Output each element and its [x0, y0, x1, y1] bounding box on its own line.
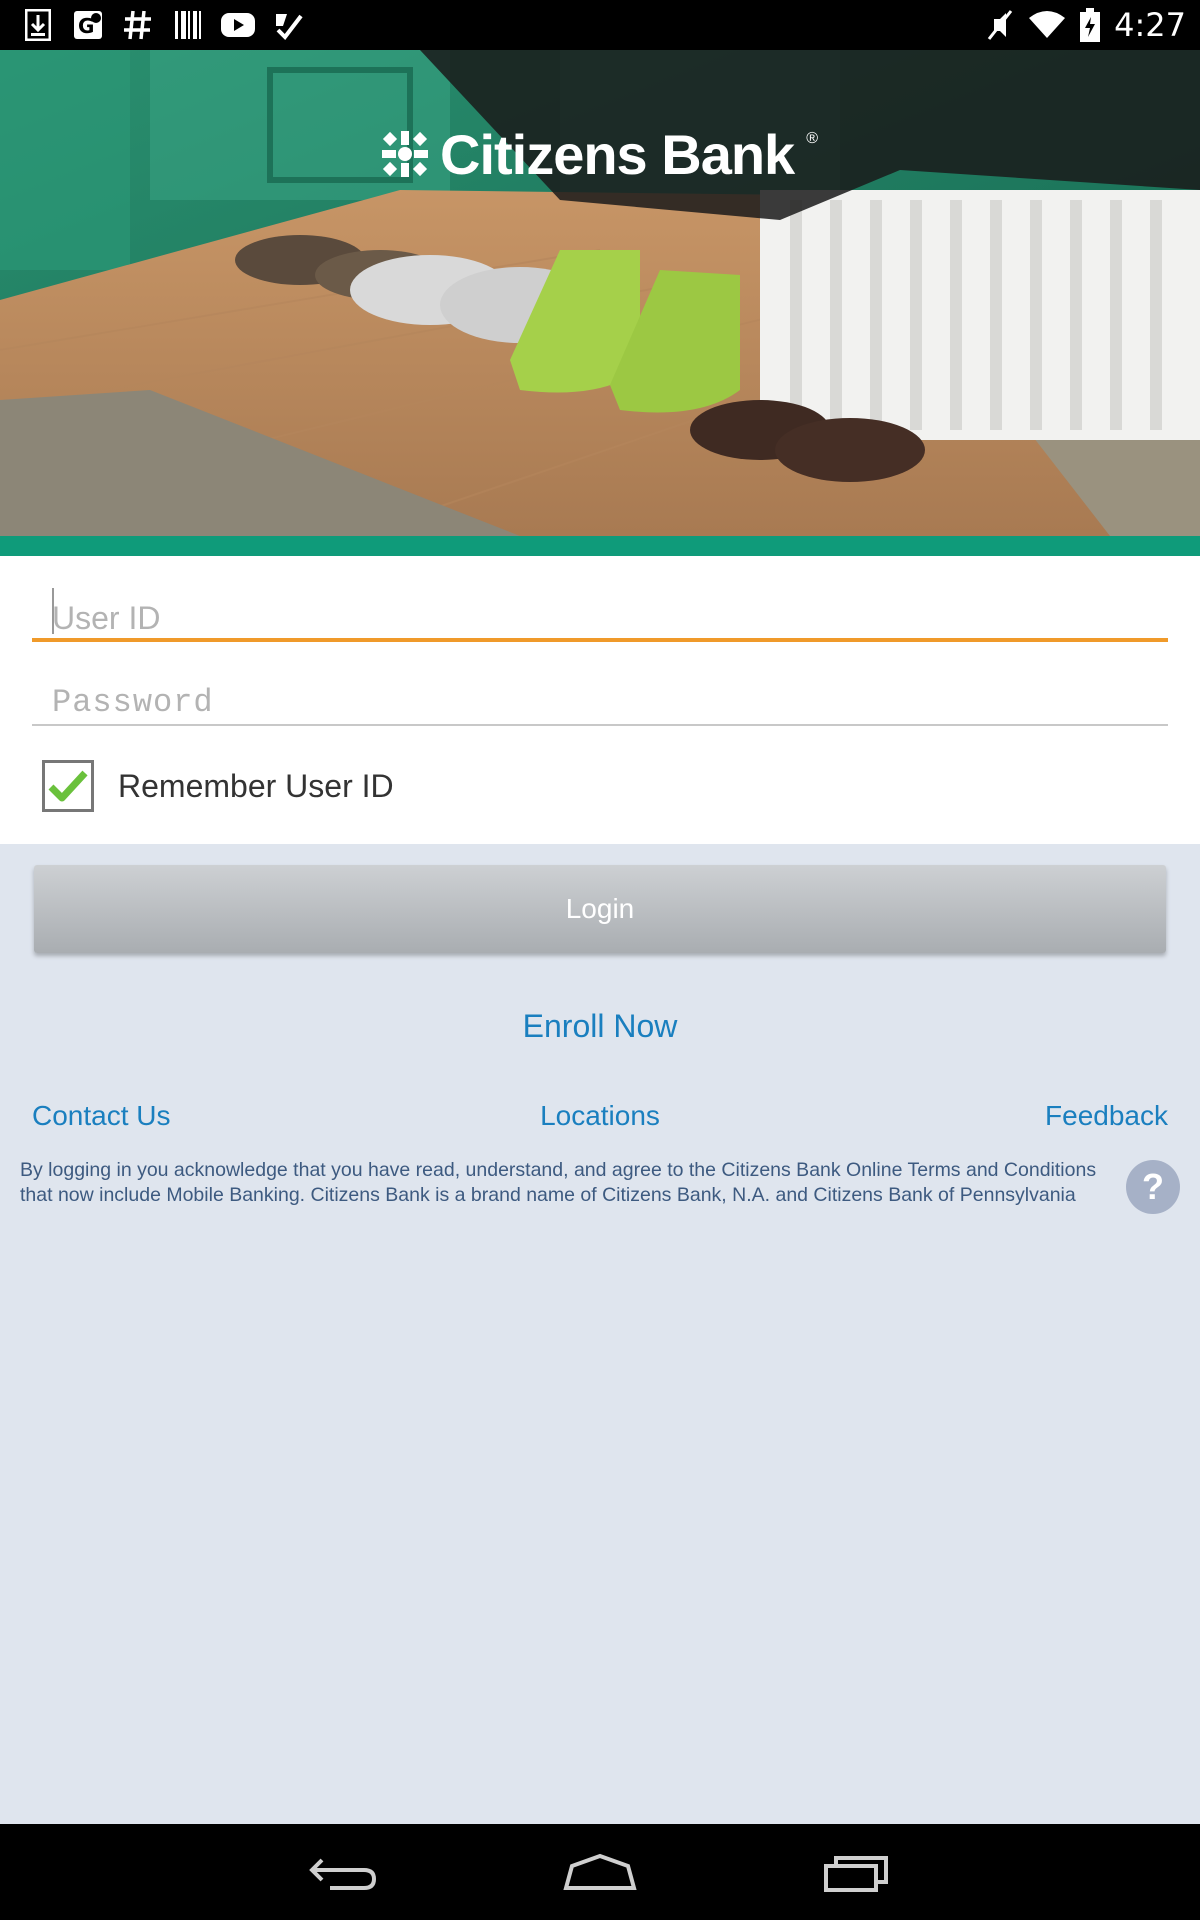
locations-link[interactable]: Locations [32, 1100, 1168, 1132]
enroll-now-link[interactable]: Enroll Now [0, 1008, 1200, 1045]
back-icon[interactable] [298, 1846, 388, 1898]
footer-links: Locations Contact Us Feedback [32, 1100, 1168, 1140]
notification-icons: G [20, 6, 306, 44]
text-cursor [52, 588, 54, 634]
home-icon[interactable] [555, 1846, 645, 1898]
remember-checkbox[interactable] [42, 760, 94, 812]
help-button[interactable]: ? [1126, 1160, 1180, 1214]
registered-mark: ® [806, 130, 818, 147]
feedback-link[interactable]: Feedback [1045, 1100, 1168, 1132]
brand-name: Citizens Bank [440, 122, 795, 186]
barcode-icon [170, 7, 206, 43]
system-icons: 4:27 [986, 0, 1186, 50]
password-underline [32, 724, 1168, 726]
contact-us-link[interactable]: Contact Us [32, 1100, 171, 1132]
status-bar: G 4:27 [0, 0, 1200, 50]
tasks-check-icon [270, 7, 306, 43]
recents-icon[interactable] [812, 1846, 902, 1898]
terms-disclaimer: By logging in you acknowledge that you h… [20, 1159, 1097, 1206]
password-input[interactable] [32, 672, 1168, 732]
hero-banner: Citizens Bank ® [0, 50, 1200, 536]
user-id-underline [32, 638, 1168, 642]
mute-icon [987, 10, 1013, 40]
brand-logo: Citizens Bank ® [0, 122, 1200, 186]
download-icon [20, 7, 56, 43]
checkmark-icon [48, 770, 88, 802]
navigation-bar [0, 1824, 1200, 1920]
youtube-icon [220, 7, 256, 43]
hashtag-icon [120, 7, 156, 43]
remember-user-id[interactable]: Remember User ID [42, 756, 394, 816]
wifi-icon [1029, 11, 1066, 38]
accent-band [0, 536, 1200, 556]
login-button[interactable]: Login [34, 865, 1166, 953]
remember-label: Remember User ID [118, 767, 394, 804]
citizens-bank-emblem-icon [382, 131, 428, 177]
battery-charging-icon [1080, 8, 1101, 42]
maps-icon: G [70, 7, 106, 43]
clock: 4:27 [1114, 6, 1186, 44]
login-form: Remember User ID [0, 556, 1200, 844]
